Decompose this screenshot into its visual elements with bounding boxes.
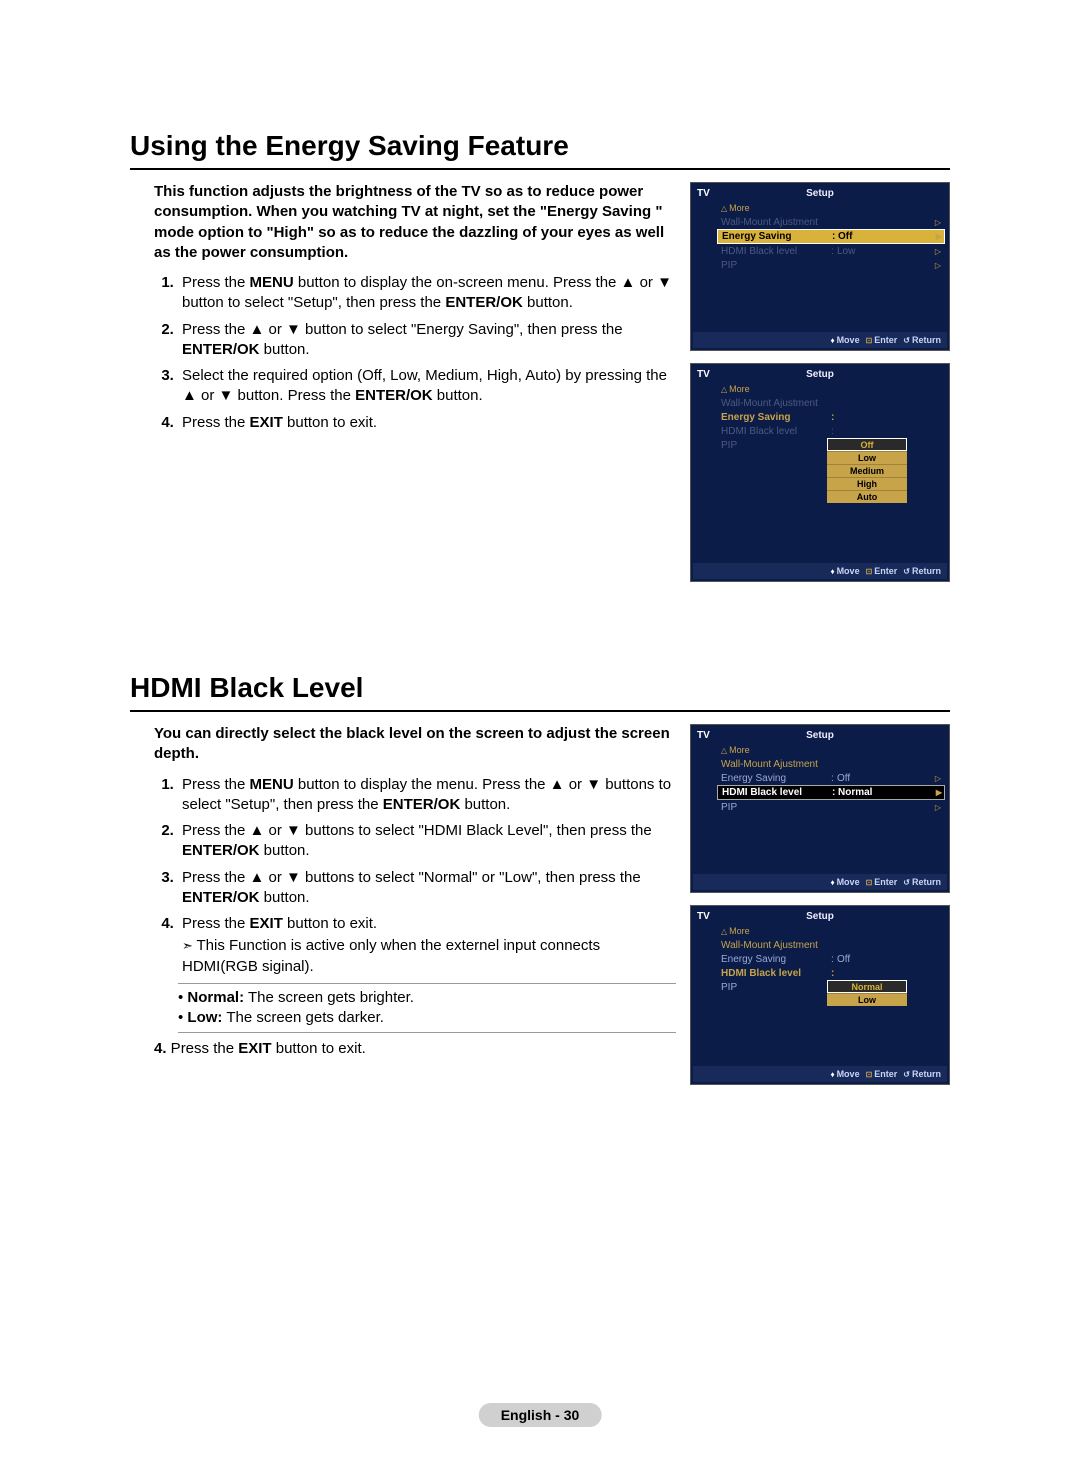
step-1: Press the MENU button to display the men…	[178, 775, 676, 816]
row-hdmi-selected[interactable]: HDMI Black level:Normal▶	[717, 785, 945, 800]
hdmi-options-popup[interactable]: Normal Low	[827, 980, 907, 1006]
steps-hdmi: Press the MENU button to display the men…	[130, 775, 676, 977]
tv-menu-energy-2: TVSetup More Wall-Mount Ajustment Energy…	[690, 363, 950, 582]
intro-hdmi: You can directly select the black level …	[130, 724, 676, 765]
menu-column-hdmi: TVSetup More Wall-Mount Ajustment Energy…	[690, 724, 950, 1085]
bullet-low: Low: The screen gets darker.	[178, 1008, 676, 1028]
energy-options-popup[interactable]: Off Low Medium High Auto	[827, 438, 907, 503]
step-4: Press the EXIT button to exit.	[178, 413, 676, 433]
step-3: Press the ▲ or ▼ buttons to select "Norm…	[178, 868, 676, 909]
step-1: Press the MENU button to display the on-…	[178, 273, 676, 314]
step-2: Press the ▲ or ▼ button to select "Energ…	[178, 320, 676, 361]
step-4-repeat: 4. Press the EXIT button to exit.	[130, 1039, 676, 1059]
row-hdmi: HDMI Black level:Low▷	[721, 244, 943, 258]
section-energy-saving: Using the Energy Saving Feature This fun…	[130, 130, 950, 582]
opt-low[interactable]: Low	[827, 993, 907, 1006]
menu-footer: MoveEnterReturn	[693, 332, 947, 348]
heading-energy: Using the Energy Saving Feature	[130, 130, 950, 170]
bullet-normal: Normal: The screen gets brighter.	[178, 988, 676, 1008]
opt-high[interactable]: High	[827, 477, 907, 490]
opt-off[interactable]: Off	[827, 438, 907, 451]
step-2: Press the ▲ or ▼ buttons to select "HDMI…	[178, 821, 676, 862]
tv-menu-hdmi-1: TVSetup More Wall-Mount Ajustment Energy…	[690, 724, 950, 893]
opt-normal[interactable]: Normal	[827, 980, 907, 993]
page-footer: English - 30	[479, 1403, 602, 1427]
section-hdmi-black-level: HDMI Black Level You can directly select…	[130, 672, 950, 1085]
menu-column-energy: TVSetup More Wall-Mount Ajustment▷ Energ…	[690, 182, 950, 582]
opt-low[interactable]: Low	[827, 451, 907, 464]
tv-menu-hdmi-2: TVSetup More Wall-Mount Ajustment Energy…	[690, 905, 950, 1085]
step-4: Press the EXIT button to exit. This Func…	[178, 914, 676, 977]
opt-auto[interactable]: Auto	[827, 490, 907, 503]
intro-energy: This function adjusts the brightness of …	[130, 182, 676, 263]
opt-medium[interactable]: Medium	[827, 464, 907, 477]
note-hdmi: This Function is active only when the ex…	[182, 936, 676, 977]
row-pip: PIP▷	[721, 258, 943, 272]
tv-menu-energy-1: TVSetup More Wall-Mount Ajustment▷ Energ…	[690, 182, 950, 351]
more-label: More	[721, 203, 943, 213]
heading-hdmi: HDMI Black Level	[130, 672, 950, 712]
step-3: Select the required option (Off, Low, Me…	[178, 366, 676, 407]
row-energy-saving[interactable]: Energy Saving:Off▶	[717, 229, 945, 244]
steps-energy: Press the MENU button to display the on-…	[130, 273, 676, 433]
row-wall-mount: Wall-Mount Ajustment▷	[721, 215, 943, 229]
bullets-hdmi: Normal: The screen gets brighter. Low: T…	[130, 988, 676, 1029]
